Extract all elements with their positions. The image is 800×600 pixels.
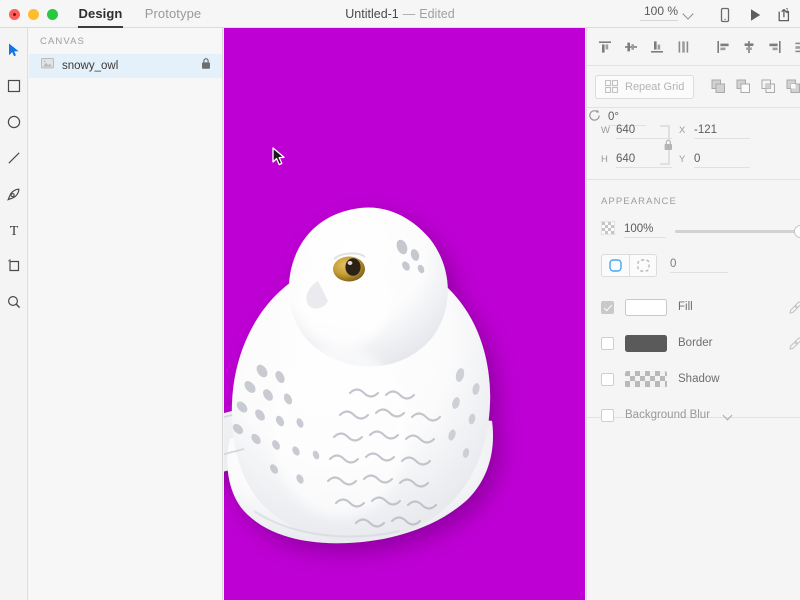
device-preview-icon[interactable]	[716, 6, 734, 24]
document-title: Untitled-1	[345, 7, 399, 21]
distribute-vertical-icon[interactable]	[673, 37, 693, 57]
repeat-grid-button[interactable]: Repeat Grid	[595, 75, 694, 99]
line-tool[interactable]	[0, 140, 28, 176]
intersect-icon[interactable]	[758, 77, 778, 97]
canvas-area[interactable]	[224, 28, 585, 600]
fill-checkbox[interactable]	[601, 301, 614, 314]
window-minimize-button[interactable]	[28, 9, 39, 20]
layers-panel-header: CANVAS	[29, 28, 222, 54]
corner-radius-mode-group	[601, 254, 657, 277]
align-middle-vertical-icon[interactable]	[621, 37, 641, 57]
shadow-checkbox[interactable]	[601, 373, 614, 386]
title-separator: —	[403, 7, 416, 21]
magnifier-icon[interactable]	[0, 284, 28, 320]
play-icon[interactable]	[746, 6, 764, 24]
appearance-header: APPEARANCE	[587, 180, 800, 207]
y-position-field[interactable]: Y 0	[679, 153, 750, 168]
image-thumb-icon	[41, 57, 54, 75]
ellipse-tool[interactable]	[0, 104, 28, 140]
opacity-slider-knob[interactable]	[794, 225, 800, 238]
x-label: X	[679, 125, 688, 136]
opacity-row: 100%	[587, 207, 800, 240]
share-icon[interactable]: 1	[775, 6, 793, 24]
aspect-ratio-lock-icon[interactable]	[659, 122, 677, 168]
xd-application-window: Design Prototype Untitled-1 —Edited 100 %	[0, 0, 800, 600]
tab-prototype[interactable]: Prototype	[140, 0, 206, 28]
align-bottom-icon[interactable]	[647, 37, 667, 57]
y-label: Y	[679, 154, 688, 165]
window-maximize-button[interactable]	[47, 9, 58, 20]
boolean-ops-group	[708, 77, 800, 97]
independent-corner-icon[interactable]	[629, 255, 656, 276]
zoom-control[interactable]: 100 %	[640, 4, 694, 21]
subtract-icon[interactable]	[733, 77, 753, 97]
border-label: Border	[678, 337, 713, 349]
geometry-section: W 640 H 640 X -121 Y 0	[587, 108, 800, 180]
border-color-swatch[interactable]	[625, 335, 667, 352]
shadow-color-swatch[interactable]	[625, 371, 667, 388]
horizontal-align-group	[713, 37, 800, 57]
opacity-value[interactable]: 100%	[624, 223, 666, 238]
shadow-label: Shadow	[678, 373, 720, 385]
svg-text:T: T	[10, 224, 19, 238]
zoom-level-value[interactable]: 100 %	[640, 4, 678, 21]
window-close-button[interactable]	[9, 9, 20, 20]
align-right-icon[interactable]	[765, 37, 785, 57]
alignment-toolbar	[587, 28, 800, 66]
share-badge-count: 1	[785, 8, 789, 15]
fill-color-swatch[interactable]	[625, 299, 667, 316]
text-tool[interactable]: T	[0, 212, 28, 248]
fill-row[interactable]: Fill	[587, 289, 800, 325]
fill-eyedropper-icon[interactable]	[789, 301, 800, 314]
y-value[interactable]: 0	[694, 153, 750, 168]
fill-label: Fill	[678, 301, 693, 313]
add-union-icon[interactable]	[708, 77, 728, 97]
rounded-corner-icon[interactable]	[602, 255, 629, 276]
corner-radius-row: 0	[587, 240, 800, 277]
opacity-slider[interactable]	[675, 224, 800, 238]
repeat-and-boolean-row: Repeat Grid	[587, 66, 800, 108]
checkerboard-opacity-icon	[601, 221, 615, 240]
lock-icon[interactable]	[200, 57, 212, 75]
appearance-section: APPEARANCE 100%	[587, 180, 800, 418]
background-blur-row[interactable]: Background Blur	[587, 397, 800, 433]
tools-sidebar: T	[0, 28, 28, 600]
select-tool[interactable]	[0, 32, 28, 68]
shadow-row[interactable]: Shadow	[587, 361, 800, 397]
artboard-tool[interactable]	[0, 248, 28, 284]
border-eyedropper-icon[interactable]	[789, 337, 800, 350]
opacity-slider-track	[675, 230, 800, 233]
border-checkbox[interactable]	[601, 337, 614, 350]
mouse-cursor	[272, 147, 286, 167]
vertical-align-group	[595, 37, 693, 57]
tab-design[interactable]: Design	[78, 0, 123, 28]
x-position-field[interactable]: X -121	[679, 124, 750, 139]
chevron-down-icon[interactable]	[682, 7, 694, 19]
background-blur-checkbox[interactable]	[601, 409, 614, 422]
properties-panel: Repeat Grid W 640	[586, 28, 800, 600]
align-top-icon[interactable]	[595, 37, 615, 57]
snowy-owl-artwork[interactable]	[224, 163, 585, 600]
x-value[interactable]: -121	[694, 124, 750, 139]
layer-item-label: snowy_owl	[62, 60, 192, 72]
title-bar: Design Prototype Untitled-1 —Edited 100 %	[0, 0, 800, 28]
width-label: W	[601, 125, 610, 136]
document-edit-state: Edited	[419, 7, 454, 21]
pen-tool[interactable]	[0, 176, 28, 212]
layer-item-snowy-owl[interactable]: snowy_owl	[29, 54, 222, 78]
distribute-horizontal-icon[interactable]	[791, 37, 800, 57]
align-left-icon[interactable]	[713, 37, 733, 57]
layers-panel: CANVAS snowy_owl	[29, 28, 223, 600]
rectangle-tool[interactable]	[0, 68, 28, 104]
exclude-overlap-icon[interactable]	[783, 77, 800, 97]
repeat-grid-label: Repeat Grid	[625, 81, 684, 93]
border-row[interactable]: Border	[587, 325, 800, 361]
corner-radius-value[interactable]: 0	[670, 258, 728, 273]
rotate-icon	[587, 108, 602, 128]
align-center-horizontal-icon[interactable]	[739, 37, 759, 57]
height-label: H	[601, 154, 610, 165]
background-blur-label: Background Blur	[625, 409, 710, 421]
chevron-down-icon[interactable]	[723, 410, 733, 420]
grid-icon	[605, 80, 618, 93]
